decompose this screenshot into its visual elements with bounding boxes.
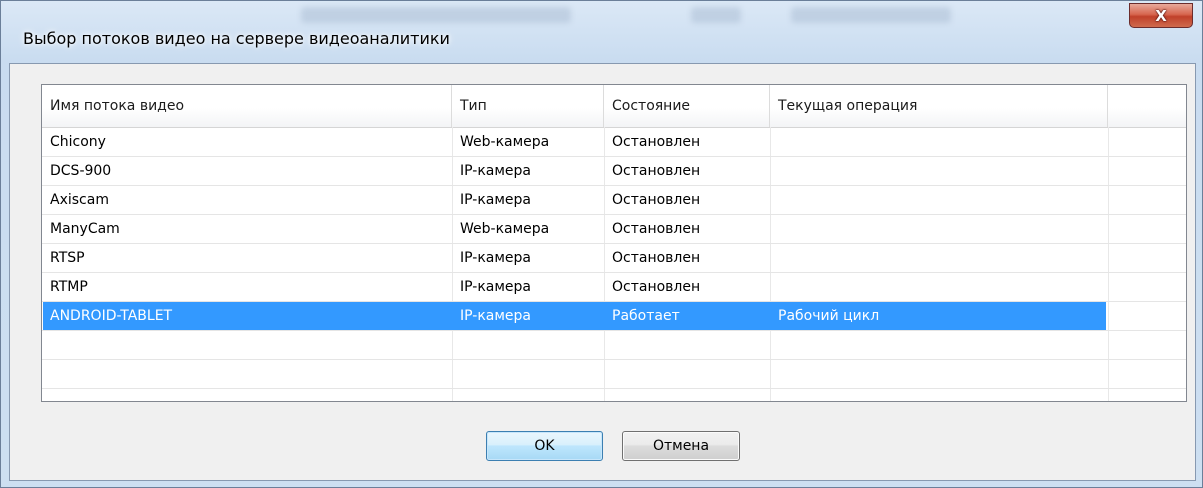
cell-stream-name: RTMP — [50, 279, 88, 295]
blurred-background-text — [301, 7, 571, 23]
cell-state: Остановлен — [612, 192, 701, 208]
window-title: Выбор потоков видео на сервере видеоанал… — [23, 29, 450, 48]
cell-state: Остановлен — [612, 134, 701, 150]
blurred-background-text — [691, 7, 741, 23]
cell-stream-name: DCS-900 — [50, 163, 112, 179]
table-row[interactable]: Chicony Web-камера Остановлен — [42, 128, 1186, 157]
table-row[interactable]: ManyCam Web-камера Остановлен — [42, 215, 1186, 244]
empty-row — [42, 389, 1186, 401]
cell-type: Web-камера — [460, 134, 550, 150]
cell-type: IP-камера — [460, 308, 531, 324]
cell-type: IP-камера — [460, 192, 531, 208]
cell-operation: Рабочий цикл — [778, 308, 880, 324]
cell-state: Работает — [612, 308, 680, 324]
empty-row — [42, 360, 1186, 389]
selection-highlight — [43, 302, 1106, 330]
cell-state: Остановлен — [612, 221, 701, 237]
cell-type: IP-камера — [460, 279, 531, 295]
cell-operation — [770, 186, 778, 214]
ok-button[interactable]: OK — [486, 431, 603, 461]
cell-type: IP-камера — [460, 250, 531, 266]
close-icon: X — [1155, 6, 1167, 25]
cell-type: Web-камера — [460, 221, 550, 237]
cell-operation — [770, 244, 778, 272]
column-header-stream-name[interactable]: Имя потока видео — [42, 85, 452, 127]
table-row[interactable]: DCS-900 IP-камера Остановлен — [42, 157, 1186, 186]
blurred-background-text — [791, 7, 951, 23]
cell-stream-name: RTSP — [50, 250, 85, 266]
cell-operation — [770, 215, 778, 243]
cell-state: Остановлен — [612, 163, 701, 179]
table-row[interactable]: RTSP IP-камера Остановлен — [42, 244, 1186, 273]
list-header: Имя потока видео Тип Состояние Текущая о… — [42, 85, 1186, 128]
video-stream-list[interactable]: Имя потока видео Тип Состояние Текущая о… — [41, 84, 1187, 402]
empty-row — [42, 331, 1186, 360]
cell-state: Остановлен — [612, 279, 701, 295]
column-header-state[interactable]: Состояние — [604, 85, 770, 127]
column-header-current-operation[interactable]: Текущая операция — [770, 85, 1108, 127]
cell-stream-name: ANDROID-TABLET — [50, 308, 173, 324]
cell-stream-name: Chicony — [50, 134, 106, 150]
list-body: Chicony Web-камера Остановлен DCS-900 IP… — [42, 128, 1186, 401]
cell-type: IP-камера — [460, 163, 531, 179]
column-header-filler — [1108, 85, 1186, 127]
title-bar[interactable]: Выбор потоков видео на сервере видеоанал… — [1, 1, 1202, 63]
cell-stream-name: Axiscam — [50, 192, 109, 208]
column-header-type[interactable]: Тип — [452, 85, 604, 127]
cancel-button[interactable]: Отмена — [622, 431, 740, 461]
cell-operation — [770, 273, 778, 301]
table-row[interactable]: Axiscam IP-камера Остановлен — [42, 186, 1186, 215]
cell-operation — [770, 157, 778, 185]
dialog-content: Имя потока видео Тип Состояние Текущая о… — [9, 63, 1196, 481]
cell-stream-name: ManyCam — [50, 221, 120, 237]
cell-state: Остановлен — [612, 250, 701, 266]
cell-operation — [770, 128, 778, 156]
dialog-window: Выбор потоков видео на сервере видеоанал… — [0, 0, 1203, 488]
table-row[interactable]: RTMP IP-камера Остановлен — [42, 273, 1186, 302]
close-button[interactable]: X — [1129, 3, 1193, 28]
table-row-selected[interactable]: ANDROID-TABLET IP-камера Работает Рабочи… — [42, 302, 1186, 331]
